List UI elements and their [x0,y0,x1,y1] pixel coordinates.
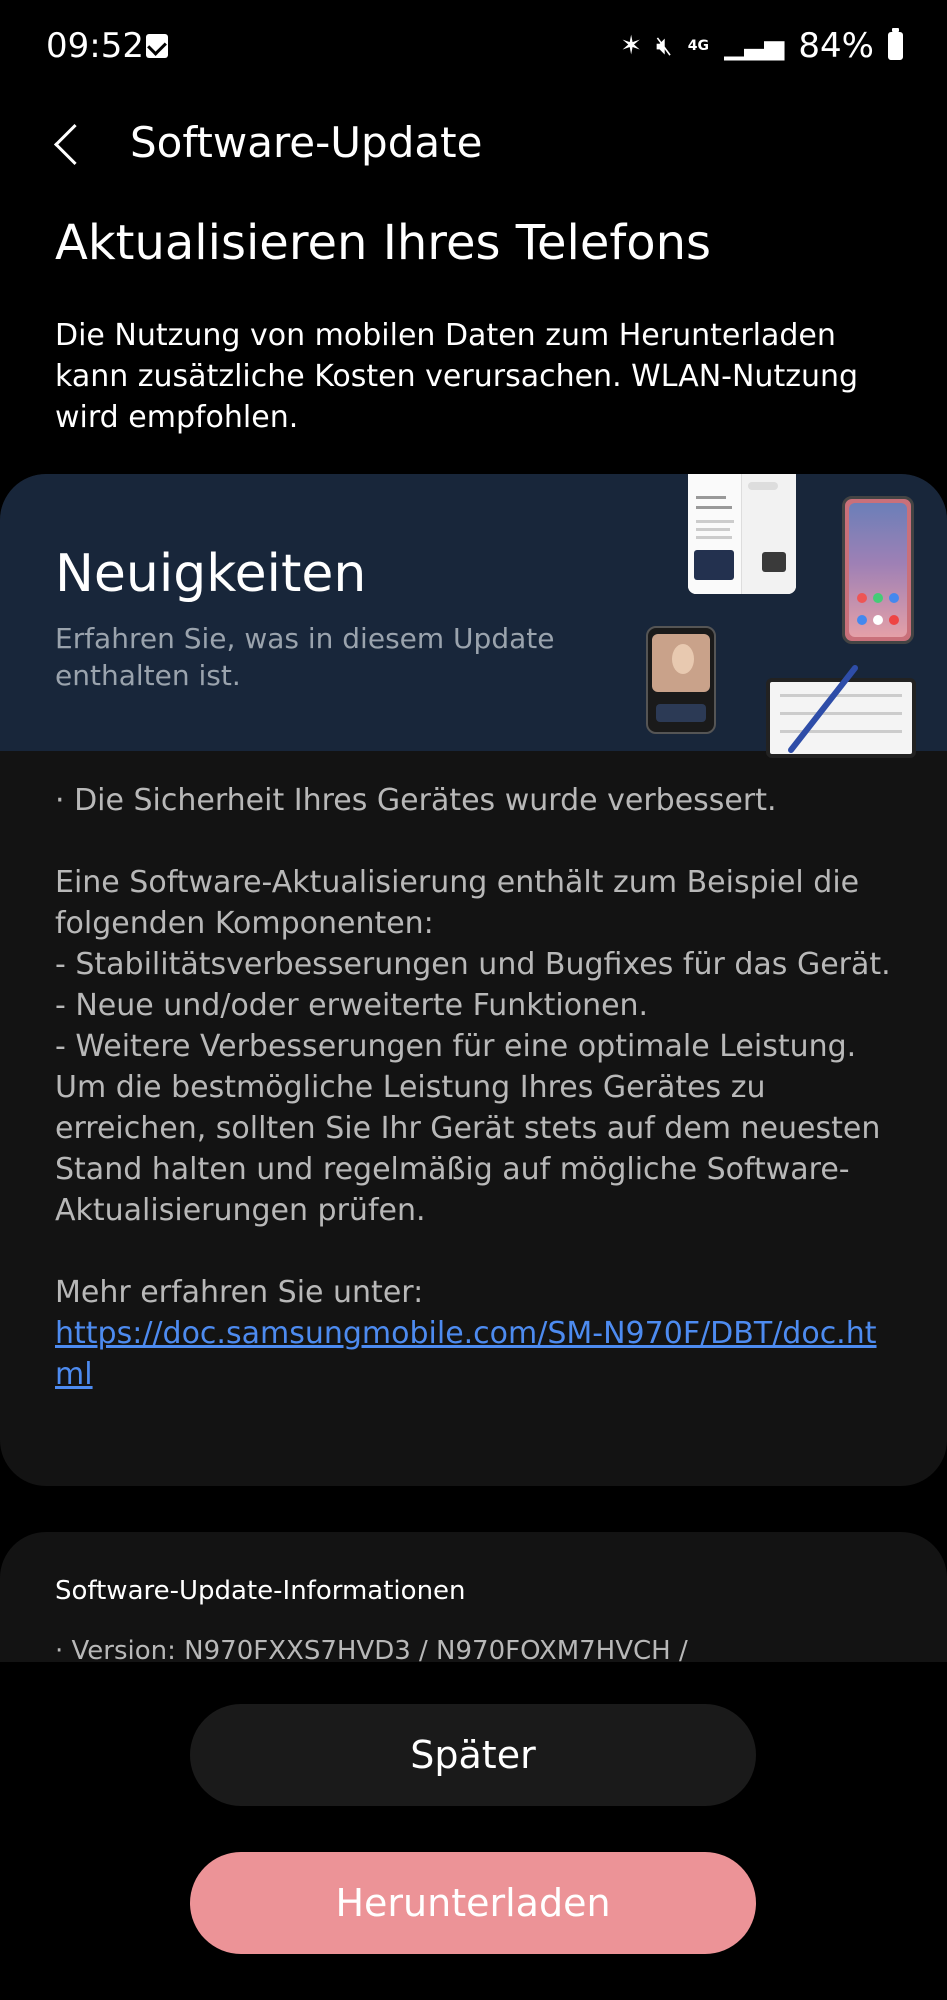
signal-icon: ▁▃▅ [724,31,785,61]
flip-phone-illustration [646,626,716,734]
data-usage-notice: Die Nutzung von mobilen Daten zum Herunt… [55,318,859,435]
update-advice: Um die bestmögliche Leistung Ihres Gerät… [55,1070,881,1228]
security-note: · Die Sicherheit Ihres Gerätes wurde ver… [55,783,777,818]
news-card[interactable]: Neuigkeiten Erfahren Sie, was in diesem … [0,474,947,1486]
release-notes: · Die Sicherheit Ihres Gerätes wurde ver… [55,780,905,1395]
page-title: Aktualisieren Ihres Telefons [55,215,712,271]
components-item: - Weitere Verbesserungen für eine optima… [55,1029,857,1064]
components-item: - Neue und/oder erweiterte Funktionen. [55,988,649,1023]
news-banner: Neuigkeiten Erfahren Sie, was in diesem … [0,474,947,758]
app-header: Software-Update [0,100,947,190]
status-bar: 09:52 ✶ 🔇︎ 4G ▁▃▅ 84% [0,0,947,100]
components-item: - Stabilitätsverbesserungen und Bugfixes… [55,947,891,982]
news-subtitle: Erfahren Sie, was in diesem Update entha… [55,622,555,692]
version-line: · Version: N970FXXS7HVD3 / N970FOXM7HVCH… [55,1636,688,1662]
battery-percent: 84% [798,26,874,66]
status-icons: ✶ 🔇︎ 4G ▁▃▅ 84% [620,26,903,66]
header-title: Software-Update [130,118,483,167]
battery-icon [888,28,903,60]
4g-icon: 4G [687,38,710,54]
bluetooth-icon: ✶ [620,31,643,61]
back-arrow-icon[interactable] [44,118,88,172]
mute-icon: 🔇︎ [656,31,673,61]
update-info-title: Software-Update-Informationen [55,1576,466,1606]
components-intro: Eine Software-Aktualisierung enthält zum… [55,865,860,941]
more-info-label: Mehr erfahren Sie unter: [55,1275,424,1310]
documentation-link[interactable]: https://doc.samsungmobile.com/SM-N970F/D… [55,1313,905,1395]
status-time: 09:52 [46,26,144,66]
foldable-phone-illustration [688,474,796,594]
news-title: Neuigkeiten [55,544,367,604]
update-info-card[interactable]: Software-Update-Informationen · Version:… [0,1532,947,1662]
checkbox-notification-icon [146,34,168,58]
download-button[interactable]: Herunterladen [190,1852,756,1954]
note-phone-illustration [842,496,914,644]
later-button[interactable]: Später [190,1704,756,1806]
